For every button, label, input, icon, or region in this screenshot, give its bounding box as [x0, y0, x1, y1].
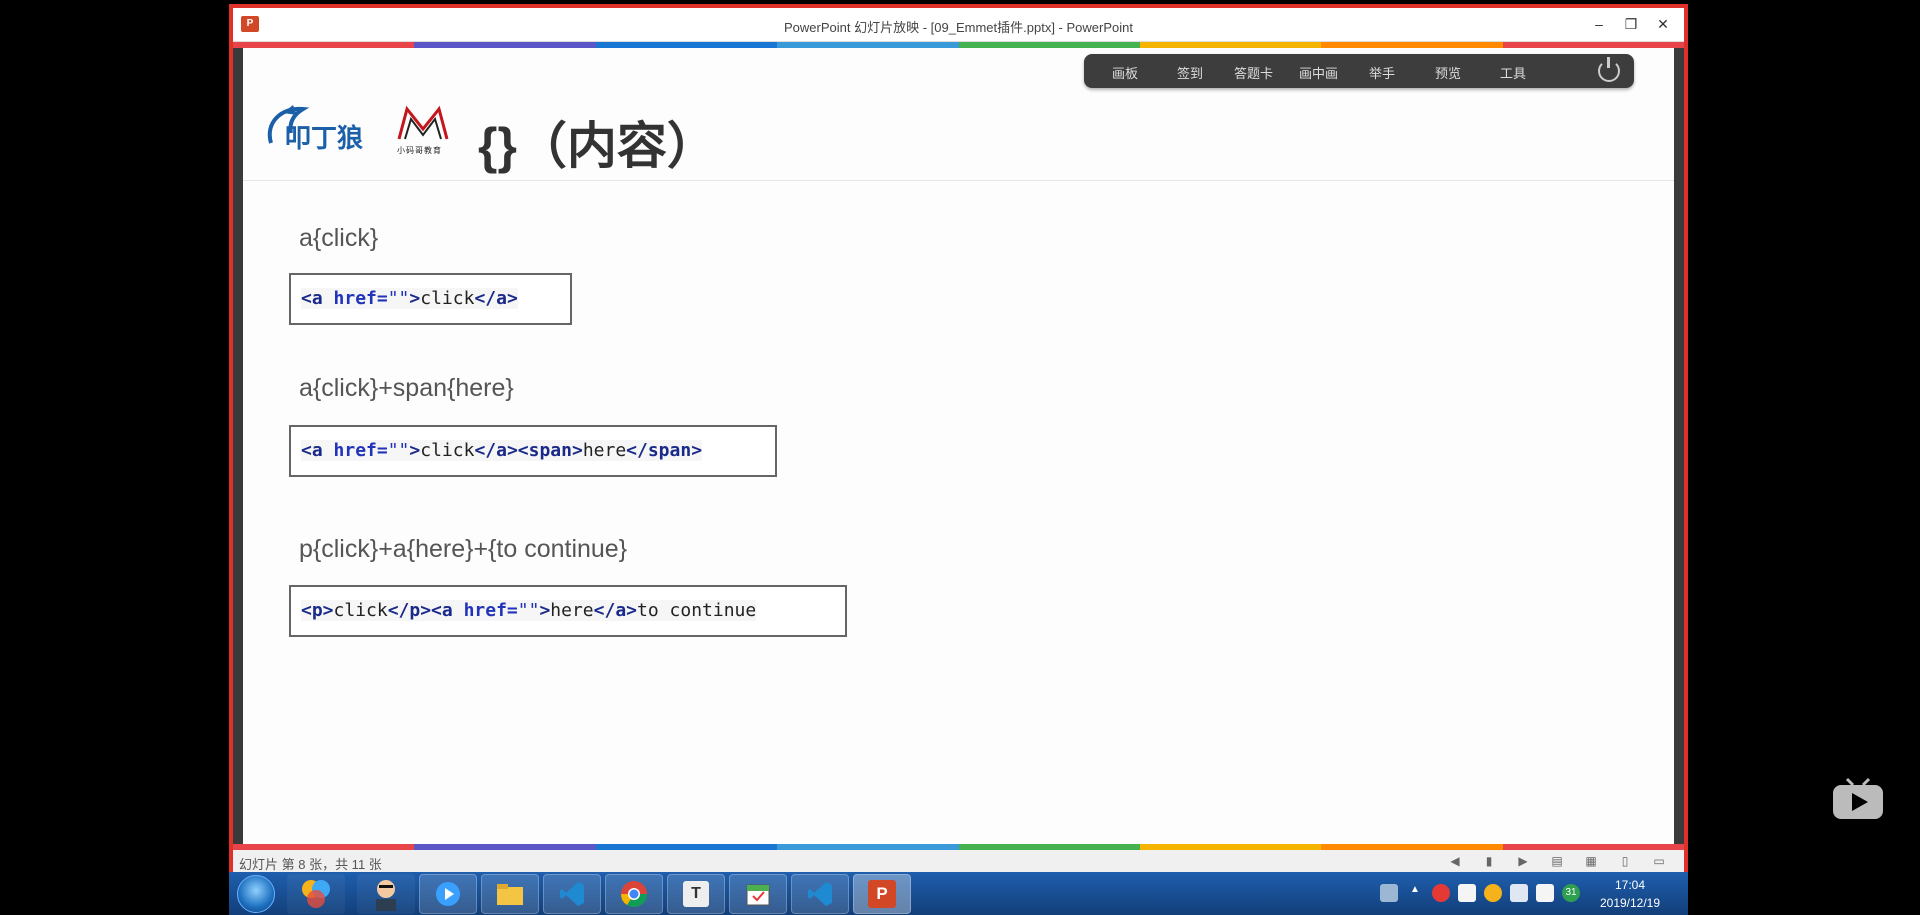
- toolbar-item-preview[interactable]: 预览: [1435, 63, 1461, 82]
- example-1-code-box: <a href="">click</a>: [289, 273, 572, 325]
- normal-view-icon[interactable]: ▤: [1546, 853, 1568, 869]
- toolbar-item-picture-in-picture[interactable]: 画中画: [1299, 63, 1338, 82]
- xiaomage-logo: 小码哥教育: [393, 103, 468, 158]
- taskbar-vscode-2-icon[interactable]: [791, 874, 849, 914]
- menu-icon[interactable]: ▮: [1478, 853, 1500, 869]
- title-bar: P PowerPoint 幻灯片放映 - [09_Emmet插件.pptx] -…: [233, 8, 1684, 42]
- minimize-button[interactable]: –: [1584, 14, 1614, 34]
- screen: P PowerPoint 幻灯片放映 - [09_Emmet插件.pptx] -…: [0, 0, 1920, 915]
- example-2-label: a{click}+span{here}: [299, 374, 514, 402]
- volume-icon[interactable]: [1536, 884, 1554, 902]
- next-slide-icon[interactable]: ▶: [1512, 853, 1534, 869]
- clock-date[interactable]: 2019/12/19: [1590, 896, 1670, 910]
- example-1-code: <a href="">click</a>: [301, 288, 518, 309]
- toolbar-item-tools[interactable]: 工具: [1500, 63, 1526, 82]
- flag-icon[interactable]: [1458, 884, 1476, 902]
- network-icon[interactable]: [1510, 884, 1528, 902]
- maximize-button[interactable]: ❐: [1616, 14, 1646, 34]
- toolbar-item-drawing-board[interactable]: 画板: [1112, 63, 1138, 82]
- taskbar-powerpoint-icon[interactable]: P: [853, 874, 911, 914]
- previous-slide-icon[interactable]: ◀: [1444, 853, 1466, 869]
- reading-view-icon[interactable]: ▯: [1614, 853, 1636, 869]
- dingtang-logo: 叩丁狼: [267, 105, 363, 154]
- taskbar-chrome-icon[interactable]: [605, 874, 663, 914]
- system-tray: ▲ 31 17:04 2019/12/19: [1320, 876, 1680, 912]
- title-divider: [243, 180, 1674, 181]
- status-bar: 幻灯片 第 8 张，共 11 张 ◀ ▮ ▶ ▤ ▦ ▯ ▭: [233, 850, 1684, 872]
- taskbar-bili-icon[interactable]: [419, 874, 477, 914]
- xiaomage-logo-caption: 小码哥教育: [397, 146, 442, 155]
- taskbar-vscode-icon[interactable]: [543, 874, 601, 914]
- powerpoint-window: P PowerPoint 幻灯片放映 - [09_Emmet插件.pptx] -…: [229, 4, 1688, 872]
- taskbar-folder-icon[interactable]: [481, 874, 539, 914]
- taskbar: T P ▲ 31 17:04 2019/12/19: [229, 872, 1688, 915]
- window-title: PowerPoint 幻灯片放映 - [09_Emmet插件.pptx] - P…: [784, 20, 1133, 35]
- start-button[interactable]: [237, 875, 275, 913]
- security-icon[interactable]: [1484, 884, 1502, 902]
- power-icon[interactable]: [1598, 57, 1620, 82]
- taskbar-calendar-icon[interactable]: [729, 874, 787, 914]
- example-3-label: p{click}+a{here}+{to continue}: [299, 535, 628, 563]
- slide: 画板 签到 答题卡 画中画 举手 预览 工具 叩丁狼 小码哥教育 {}（内容） …: [243, 48, 1674, 846]
- notification-badge[interactable]: 31: [1562, 884, 1580, 902]
- show-hidden-icons-icon[interactable]: ▲: [1406, 884, 1424, 902]
- close-button[interactable]: ✕: [1648, 14, 1678, 34]
- slide-title: {}（内容）: [478, 118, 717, 174]
- toolbar-item-sign-in[interactable]: 签到: [1177, 63, 1203, 82]
- taskbar-360-icon[interactable]: [287, 874, 345, 914]
- example-2-code: <a href="">click</a><span>here</span>: [301, 440, 703, 461]
- taskbar-typora-icon[interactable]: T: [667, 874, 725, 914]
- toolbar-item-raise-hand[interactable]: 举手: [1369, 63, 1395, 82]
- keyboard-icon[interactable]: [1380, 884, 1398, 902]
- example-3-code: <p>click</p><a href="">here</a>to contin…: [301, 600, 757, 621]
- dingtang-logo-text: 叩丁狼: [285, 123, 363, 154]
- toolbar-item-answer-card[interactable]: 答题卡: [1234, 63, 1273, 82]
- clock-time[interactable]: 17:04: [1590, 878, 1670, 892]
- slide-sorter-icon[interactable]: ▦: [1580, 853, 1602, 869]
- presenter-toolbar: 画板 签到 答题卡 画中画 举手 预览 工具: [1084, 54, 1634, 88]
- slideshow-view-icon[interactable]: ▭: [1648, 853, 1670, 869]
- example-1-label: a{click}: [299, 224, 379, 252]
- example-3-code-box: <p>click</p><a href="">here</a>to contin…: [289, 585, 847, 637]
- slide-number-indicator: 幻灯片 第 8 张，共 11 张: [239, 857, 382, 872]
- play-icon[interactable]: [1831, 775, 1885, 821]
- record-icon[interactable]: [1432, 884, 1450, 902]
- example-2-code-box: <a href="">click</a><span>here</span>: [289, 425, 777, 477]
- taskbar-avatar-icon[interactable]: [357, 874, 415, 914]
